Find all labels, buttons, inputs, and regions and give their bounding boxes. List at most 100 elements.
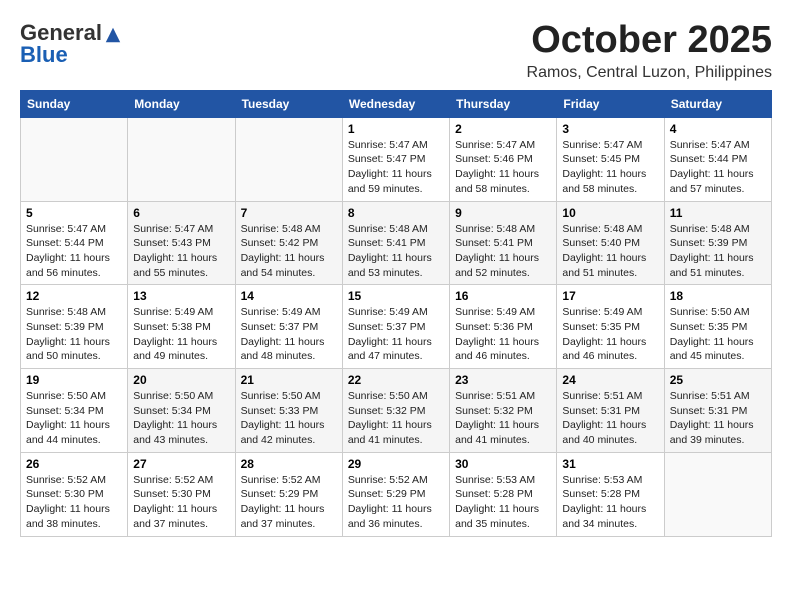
day-info: Sunrise: 5:48 AM Sunset: 5:39 PM Dayligh… bbox=[670, 222, 766, 281]
table-row: 2 Sunrise: 5:47 AM Sunset: 5:46 PM Daylig… bbox=[450, 117, 557, 201]
day-number: 29 bbox=[348, 457, 444, 471]
table-row: 25Sunrise: 5:51 AM Sunset: 5:31 PM Dayli… bbox=[664, 369, 771, 453]
table-row: 20 Sunrise: 5:50 AM Sunset: 5:34 PM Dayli… bbox=[128, 369, 235, 453]
day-number: 5 bbox=[26, 206, 122, 220]
table-row bbox=[664, 452, 771, 536]
table-row: 7 Sunrise: 5:48 AM Sunset: 5:42 PM Daylig… bbox=[235, 201, 342, 285]
day-info: Sunrise: 5:47 AM Sunset: 5:45 PM Dayligh… bbox=[562, 138, 658, 197]
day-number: 19 bbox=[26, 373, 122, 387]
day-info: Sunrise: 5:48 AM Sunset: 5:40 PM Dayligh… bbox=[562, 222, 658, 281]
day-info: Sunrise: 5:51 AM Sunset: 5:31 PM Dayligh… bbox=[562, 389, 658, 448]
table-row bbox=[21, 117, 128, 201]
day-info: Sunrise: 5:52 AM Sunset: 5:29 PM Dayligh… bbox=[348, 473, 444, 532]
calendar-week-row: 5 Sunrise: 5:47 AM Sunset: 5:44 PM Daylig… bbox=[21, 201, 772, 285]
table-row: 5 Sunrise: 5:47 AM Sunset: 5:44 PM Daylig… bbox=[21, 201, 128, 285]
day-info: Sunrise: 5:49 AM Sunset: 5:35 PM Dayligh… bbox=[562, 305, 658, 364]
month-title: October 2025 bbox=[527, 20, 772, 62]
day-number: 3 bbox=[562, 122, 658, 136]
day-info: Sunrise: 5:47 AM Sunset: 5:44 PM Dayligh… bbox=[26, 222, 122, 281]
calendar-container: General Blue October 2025 Ramos, Central… bbox=[0, 0, 792, 547]
logo: General Blue bbox=[20, 20, 122, 68]
day-number: 24 bbox=[562, 373, 658, 387]
day-info: Sunrise: 5:50 AM Sunset: 5:34 PM Dayligh… bbox=[26, 389, 122, 448]
day-info: Sunrise: 5:48 AM Sunset: 5:39 PM Dayligh… bbox=[26, 305, 122, 364]
day-info: Sunrise: 5:49 AM Sunset: 5:38 PM Dayligh… bbox=[133, 305, 229, 364]
header-sunday: Sunday bbox=[21, 90, 128, 117]
table-row: 15 Sunrise: 5:49 AM Sunset: 5:37 PM Dayli… bbox=[342, 285, 449, 369]
table-row: 13 Sunrise: 5:49 AM Sunset: 5:38 PM Dayli… bbox=[128, 285, 235, 369]
day-number: 28 bbox=[241, 457, 337, 471]
logo-icon bbox=[104, 26, 122, 44]
header: General Blue October 2025 Ramos, Central… bbox=[20, 20, 772, 82]
day-number: 26 bbox=[26, 457, 122, 471]
day-info: Sunrise: 5:49 AM Sunset: 5:37 PM Dayligh… bbox=[348, 305, 444, 364]
location-title: Ramos, Central Luzon, Philippines bbox=[527, 64, 772, 82]
header-thursday: Thursday bbox=[450, 90, 557, 117]
day-number: 23 bbox=[455, 373, 551, 387]
day-info: Sunrise: 5:47 AM Sunset: 5:44 PM Dayligh… bbox=[670, 138, 766, 197]
day-info: Sunrise: 5:50 AM Sunset: 5:35 PM Dayligh… bbox=[670, 305, 766, 364]
table-row: 29 Sunrise: 5:52 AM Sunset: 5:29 PM Dayli… bbox=[342, 452, 449, 536]
table-row: 26 Sunrise: 5:52 AM Sunset: 5:30 PM Dayli… bbox=[21, 452, 128, 536]
day-number: 7 bbox=[241, 206, 337, 220]
day-info: Sunrise: 5:47 AM Sunset: 5:47 PM Dayligh… bbox=[348, 138, 444, 197]
header-monday: Monday bbox=[128, 90, 235, 117]
day-number: 6 bbox=[133, 206, 229, 220]
day-number: 22 bbox=[348, 373, 444, 387]
table-row: 14 Sunrise: 5:49 AM Sunset: 5:37 PM Dayli… bbox=[235, 285, 342, 369]
table-row: 3 Sunrise: 5:47 AM Sunset: 5:45 PM Daylig… bbox=[557, 117, 664, 201]
day-info: Sunrise: 5:53 AM Sunset: 5:28 PM Dayligh… bbox=[455, 473, 551, 532]
day-info: Sunrise: 5:50 AM Sunset: 5:34 PM Dayligh… bbox=[133, 389, 229, 448]
table-row: 1Sunrise: 5:47 AM Sunset: 5:47 PM Daylig… bbox=[342, 117, 449, 201]
table-row: 11 Sunrise: 5:48 AM Sunset: 5:39 PM Dayli… bbox=[664, 201, 771, 285]
table-row: 22 Sunrise: 5:50 AM Sunset: 5:32 PM Dayli… bbox=[342, 369, 449, 453]
table-row: 27 Sunrise: 5:52 AM Sunset: 5:30 PM Dayli… bbox=[128, 452, 235, 536]
day-number: 13 bbox=[133, 289, 229, 303]
day-number: 31 bbox=[562, 457, 658, 471]
day-number: 18 bbox=[670, 289, 766, 303]
table-row: 18 Sunrise: 5:50 AM Sunset: 5:35 PM Dayli… bbox=[664, 285, 771, 369]
calendar-week-row: 12 Sunrise: 5:48 AM Sunset: 5:39 PM Dayli… bbox=[21, 285, 772, 369]
day-number: 11 bbox=[670, 206, 766, 220]
table-row: 21Sunrise: 5:50 AM Sunset: 5:33 PM Dayli… bbox=[235, 369, 342, 453]
day-number: 12 bbox=[26, 289, 122, 303]
day-number: 16 bbox=[455, 289, 551, 303]
title-block: October 2025 Ramos, Central Luzon, Phili… bbox=[527, 20, 772, 82]
day-number: 14 bbox=[241, 289, 337, 303]
table-row: 6 Sunrise: 5:47 AM Sunset: 5:43 PM Daylig… bbox=[128, 201, 235, 285]
day-number: 8 bbox=[348, 206, 444, 220]
day-info: Sunrise: 5:48 AM Sunset: 5:41 PM Dayligh… bbox=[348, 222, 444, 281]
day-info: Sunrise: 5:48 AM Sunset: 5:41 PM Dayligh… bbox=[455, 222, 551, 281]
day-info: Sunrise: 5:47 AM Sunset: 5:46 PM Dayligh… bbox=[455, 138, 551, 197]
day-info: Sunrise: 5:52 AM Sunset: 5:30 PM Dayligh… bbox=[26, 473, 122, 532]
logo-blue-text: Blue bbox=[20, 42, 68, 68]
day-info: Sunrise: 5:52 AM Sunset: 5:30 PM Dayligh… bbox=[133, 473, 229, 532]
day-info: Sunrise: 5:47 AM Sunset: 5:43 PM Dayligh… bbox=[133, 222, 229, 281]
table-row: 23 Sunrise: 5:51 AM Sunset: 5:32 PM Dayli… bbox=[450, 369, 557, 453]
day-number: 2 bbox=[455, 122, 551, 136]
calendar-week-row: 19 Sunrise: 5:50 AM Sunset: 5:34 PM Dayli… bbox=[21, 369, 772, 453]
day-number: 10 bbox=[562, 206, 658, 220]
day-info: Sunrise: 5:49 AM Sunset: 5:36 PM Dayligh… bbox=[455, 305, 551, 364]
day-info: Sunrise: 5:49 AM Sunset: 5:37 PM Dayligh… bbox=[241, 305, 337, 364]
table-row bbox=[235, 117, 342, 201]
day-number: 15 bbox=[348, 289, 444, 303]
day-number: 20 bbox=[133, 373, 229, 387]
day-info: Sunrise: 5:50 AM Sunset: 5:32 PM Dayligh… bbox=[348, 389, 444, 448]
table-row: 30 Sunrise: 5:53 AM Sunset: 5:28 PM Dayli… bbox=[450, 452, 557, 536]
table-row: 16 Sunrise: 5:49 AM Sunset: 5:36 PM Dayli… bbox=[450, 285, 557, 369]
header-wednesday: Wednesday bbox=[342, 90, 449, 117]
day-number: 9 bbox=[455, 206, 551, 220]
day-info: Sunrise: 5:51 AM Sunset: 5:31 PM Dayligh… bbox=[670, 389, 766, 448]
day-number: 30 bbox=[455, 457, 551, 471]
table-row: 28Sunrise: 5:52 AM Sunset: 5:29 PM Dayli… bbox=[235, 452, 342, 536]
day-info: Sunrise: 5:48 AM Sunset: 5:42 PM Dayligh… bbox=[241, 222, 337, 281]
day-number: 27 bbox=[133, 457, 229, 471]
day-number: 4 bbox=[670, 122, 766, 136]
header-friday: Friday bbox=[557, 90, 664, 117]
day-info: Sunrise: 5:51 AM Sunset: 5:32 PM Dayligh… bbox=[455, 389, 551, 448]
table-row: 12 Sunrise: 5:48 AM Sunset: 5:39 PM Dayli… bbox=[21, 285, 128, 369]
table-row: 8 Sunrise: 5:48 AM Sunset: 5:41 PM Daylig… bbox=[342, 201, 449, 285]
table-row: 31Sunrise: 5:53 AM Sunset: 5:28 PM Dayli… bbox=[557, 452, 664, 536]
header-saturday: Saturday bbox=[664, 90, 771, 117]
